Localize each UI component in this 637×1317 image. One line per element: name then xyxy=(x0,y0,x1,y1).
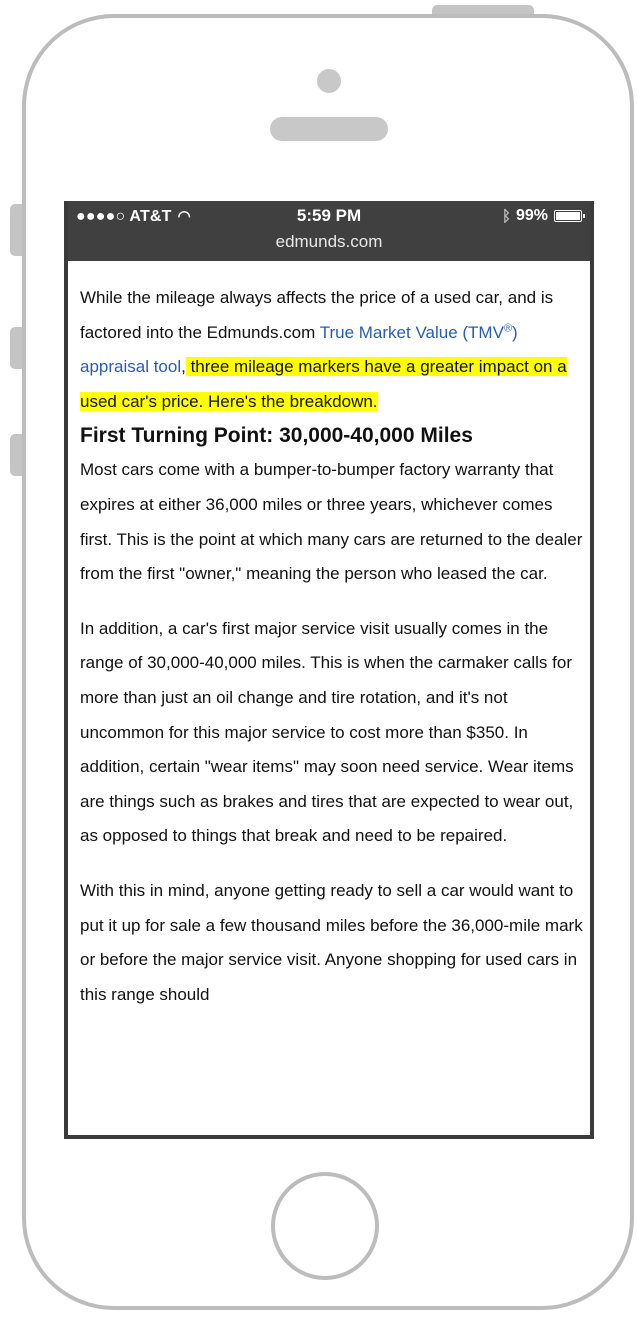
paragraph-1: Most cars come with a bumper-to-bumper f… xyxy=(80,460,583,584)
intro-paragraph: While the mileage always affects the pri… xyxy=(80,281,588,419)
address-bar-url[interactable]: edmunds.com xyxy=(68,232,590,252)
bluetooth-icon: ᛒ xyxy=(501,207,511,225)
paragraph-2: In addition, a car's first major service… xyxy=(80,618,574,846)
status-right: ᛒ 99% xyxy=(501,207,585,225)
registered-mark[interactable]: ® xyxy=(504,322,512,334)
front-camera xyxy=(317,69,341,93)
tmv-link-text-1[interactable]: True Market Value (TMV xyxy=(320,323,504,342)
status-bar: ●●●●○ AT&T ◠ 5:59 PM ᛒ 99% edmunds.com xyxy=(68,201,590,261)
earpiece-speaker xyxy=(270,117,388,141)
paragraph-3: With this in mind, anyone getting ready … xyxy=(80,880,583,1004)
article-body: While the mileage always affects the pri… xyxy=(80,281,588,1012)
home-button[interactable] xyxy=(271,1172,379,1280)
battery-icon xyxy=(554,210,585,222)
section-heading: First Turning Point: 30,000-40,000 Miles xyxy=(80,424,473,448)
phone-screen: ●●●●○ AT&T ◠ 5:59 PM ᛒ 99% edmunds.com Wh… xyxy=(64,201,594,1139)
battery-percent: 99% xyxy=(515,207,548,224)
